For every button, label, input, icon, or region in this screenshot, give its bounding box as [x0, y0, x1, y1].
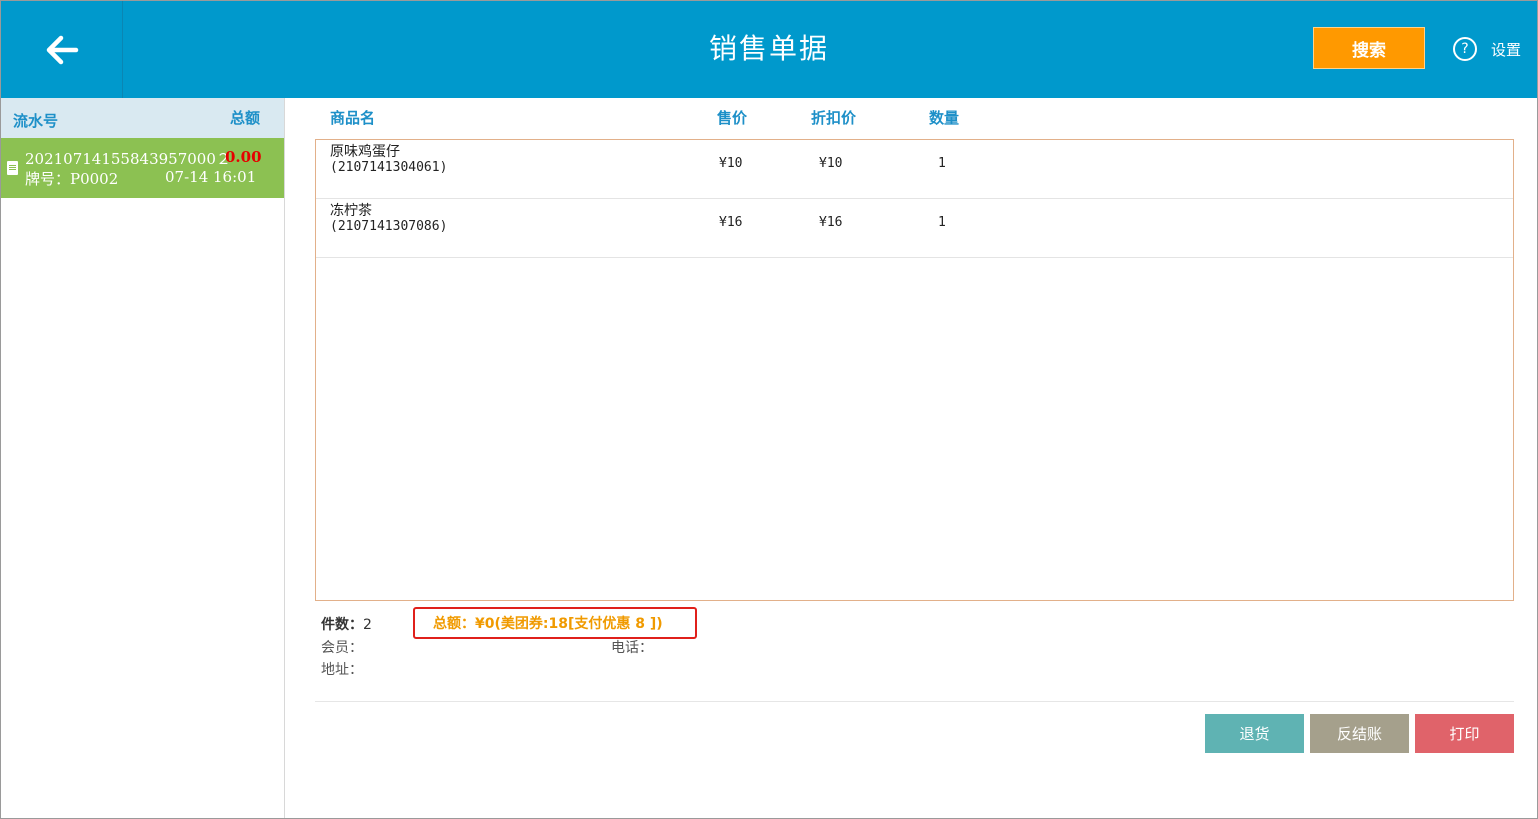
address-label: 地址：	[321, 662, 363, 678]
total-amount-badge: 总额：¥0(美团券:18[支付优惠 8 ])	[413, 607, 697, 639]
settings-label: 设置	[1491, 40, 1522, 59]
header-bar: 销售单据 搜索 ? 设置	[1, 1, 1537, 98]
member-label: 会员：	[321, 640, 363, 656]
col-price-header: 售价	[717, 109, 748, 127]
item-quantity: 1	[938, 156, 946, 171]
receipt-time: 07-14 16:01	[165, 168, 257, 186]
item-price: ¥10	[719, 156, 743, 171]
page-title: 销售单据	[708, 32, 829, 65]
col-discount-header: 折扣价	[811, 109, 857, 127]
item-quantity: 1	[938, 215, 946, 230]
item-code: (2107141304061)	[330, 160, 448, 175]
help-icon[interactable]: ?	[1453, 37, 1477, 61]
item-discount-price: ¥16	[819, 215, 843, 230]
item-name: 冻柠茶	[330, 203, 372, 219]
item-price: ¥16	[719, 215, 743, 230]
search-button[interactable]: 搜索	[1313, 27, 1425, 69]
divider	[315, 701, 1514, 702]
item-count: 件数：2	[321, 614, 372, 634]
document-icon	[7, 161, 18, 175]
receipt-amount: 0.00	[225, 148, 262, 166]
receipt-plate: 牌号：P0002	[25, 170, 119, 188]
sales-receipt-app: 销售单据 搜索 ? 设置 流水号 总额 20210714155843957000…	[0, 0, 1538, 819]
item-count-label: 件数：	[321, 617, 363, 633]
col-name-header: 商品名	[330, 109, 376, 127]
phone-label: 电话：	[611, 640, 653, 656]
receipt-serial: 20210714155843957000２	[25, 150, 231, 168]
settings-link[interactable]: ? 设置	[1453, 37, 1521, 61]
items-table: 原味鸡蛋仔 (2107141304061) ¥10 ¥10 1 冻柠茶 (210…	[315, 139, 1514, 601]
col-quantity-header: 数量	[929, 109, 960, 127]
table-row[interactable]: 冻柠茶 (2107141307086) ¥16 ¥16 1	[316, 199, 1513, 258]
item-discount-price: ¥10	[819, 156, 843, 171]
item-name: 原味鸡蛋仔	[330, 144, 400, 160]
col-total-header: 总额	[230, 109, 261, 127]
reverse-checkout-button[interactable]: 反结账	[1310, 714, 1409, 753]
col-serial-header: 流水号	[13, 112, 59, 130]
item-count-value: 2	[363, 617, 372, 633]
receipt-list-item[interactable]: 20210714155843957000２ 0.00 牌号：P0002 07-1…	[1, 138, 284, 198]
table-row[interactable]: 原味鸡蛋仔 (2107141304061) ¥10 ¥10 1	[316, 140, 1513, 199]
receipt-list-header: 流水号 总额	[1, 98, 284, 138]
return-button[interactable]: 退货	[1205, 714, 1304, 753]
item-code: (2107141307086)	[330, 219, 448, 234]
receipt-list-panel: 流水号 总额 20210714155843957000２ 0.00 牌号：P00…	[1, 98, 285, 818]
print-button[interactable]: 打印	[1415, 714, 1514, 753]
